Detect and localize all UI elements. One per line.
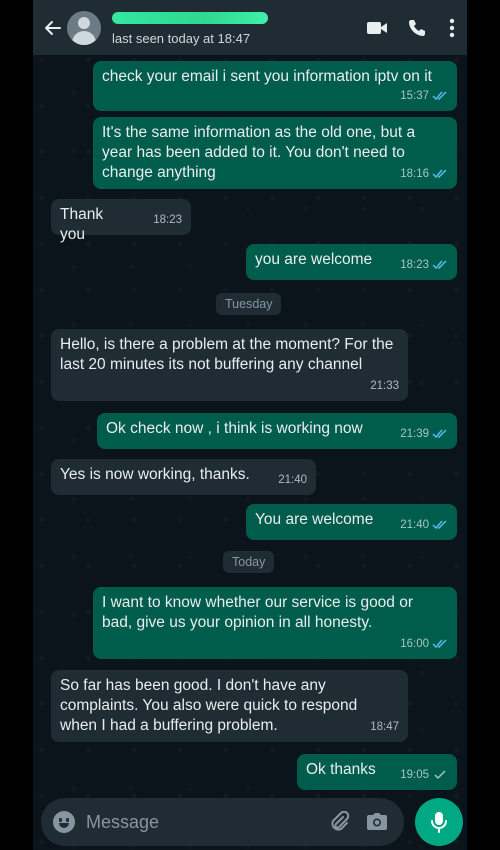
read-ticks-icon — [432, 639, 447, 649]
avatar[interactable] — [67, 10, 101, 45]
message-incoming[interactable]: Hello, is there a problem at the moment?… — [51, 329, 408, 401]
read-ticks-icon — [432, 91, 447, 101]
contact-name-redacted — [112, 11, 268, 24]
message-incoming[interactable]: Yes is now working, thanks. 21:40 — [51, 459, 316, 495]
message-text: Hello, is there a problem at the moment?… — [60, 336, 394, 373]
message-time: 21:39 — [400, 428, 429, 440]
message-text: It's the same information as the old one… — [102, 124, 416, 181]
back-arrow-icon[interactable] — [39, 8, 67, 48]
message-outgoing[interactable]: you are welcome 18:23 — [246, 244, 457, 280]
read-ticks-icon — [432, 520, 447, 530]
message-time: 18:23 — [400, 259, 429, 271]
message-text: Ok check now , i think is working now — [106, 420, 363, 437]
message-time: 16:00 — [400, 638, 429, 650]
camera-icon[interactable] — [358, 802, 396, 842]
message-text: check your email i sent you information … — [102, 68, 432, 85]
message-incoming[interactable]: So far has been good. I don't have any c… — [51, 670, 408, 742]
message-text: I want to know whether our service is go… — [102, 594, 414, 631]
message-outgoing[interactable]: I want to know whether our service is go… — [93, 587, 457, 659]
message-text: Yes is now working, thanks. — [60, 466, 250, 483]
message-incoming[interactable]: Thank you 18:23 — [51, 199, 191, 243]
message-composer: Message — [41, 798, 404, 846]
read-ticks-icon — [432, 260, 447, 270]
mic-icon[interactable] — [415, 798, 463, 846]
message-time: 19:05 — [400, 769, 429, 781]
message-time: 21:40 — [400, 519, 429, 531]
sent-tick-icon — [434, 770, 446, 780]
message-outgoing[interactable]: You are welcome 21:40 — [246, 504, 457, 540]
phone-icon[interactable] — [397, 8, 437, 48]
message-time: 21:33 — [370, 380, 399, 392]
video-call-icon[interactable] — [357, 8, 397, 48]
message-time: 18:47 — [370, 721, 399, 733]
read-ticks-icon — [432, 429, 447, 439]
message-outgoing[interactable]: Ok thanks 19:05 — [297, 754, 457, 790]
date-separator: Today — [223, 551, 275, 573]
date-separator: Tuesday — [216, 293, 282, 315]
message-time: 18:16 — [400, 168, 429, 180]
emoji-icon[interactable] — [53, 811, 75, 833]
chat-header: last seen today at 18:47 — [33, 0, 467, 55]
contact-info[interactable]: last seen today at 18:47 — [112, 10, 357, 46]
more-options-icon[interactable] — [437, 8, 467, 48]
message-time: 18:23 — [153, 214, 182, 226]
contact-status: last seen today at 18:47 — [112, 30, 251, 46]
chat-screen: last seen today at 18:47 check your emai… — [33, 0, 467, 850]
message-time: 15:37 — [400, 90, 429, 102]
message-input[interactable]: Message — [86, 812, 320, 833]
attach-icon[interactable] — [320, 802, 358, 842]
message-time: 21:40 — [278, 474, 307, 486]
message-text: So far has been good. I don't have any c… — [60, 677, 358, 734]
message-outgoing[interactable]: It's the same information as the old one… — [93, 117, 457, 189]
read-ticks-icon — [432, 169, 447, 179]
message-outgoing[interactable]: Ok check now , i think is working now 21… — [97, 413, 457, 449]
message-outgoing[interactable]: check your email i sent you information … — [93, 61, 457, 111]
